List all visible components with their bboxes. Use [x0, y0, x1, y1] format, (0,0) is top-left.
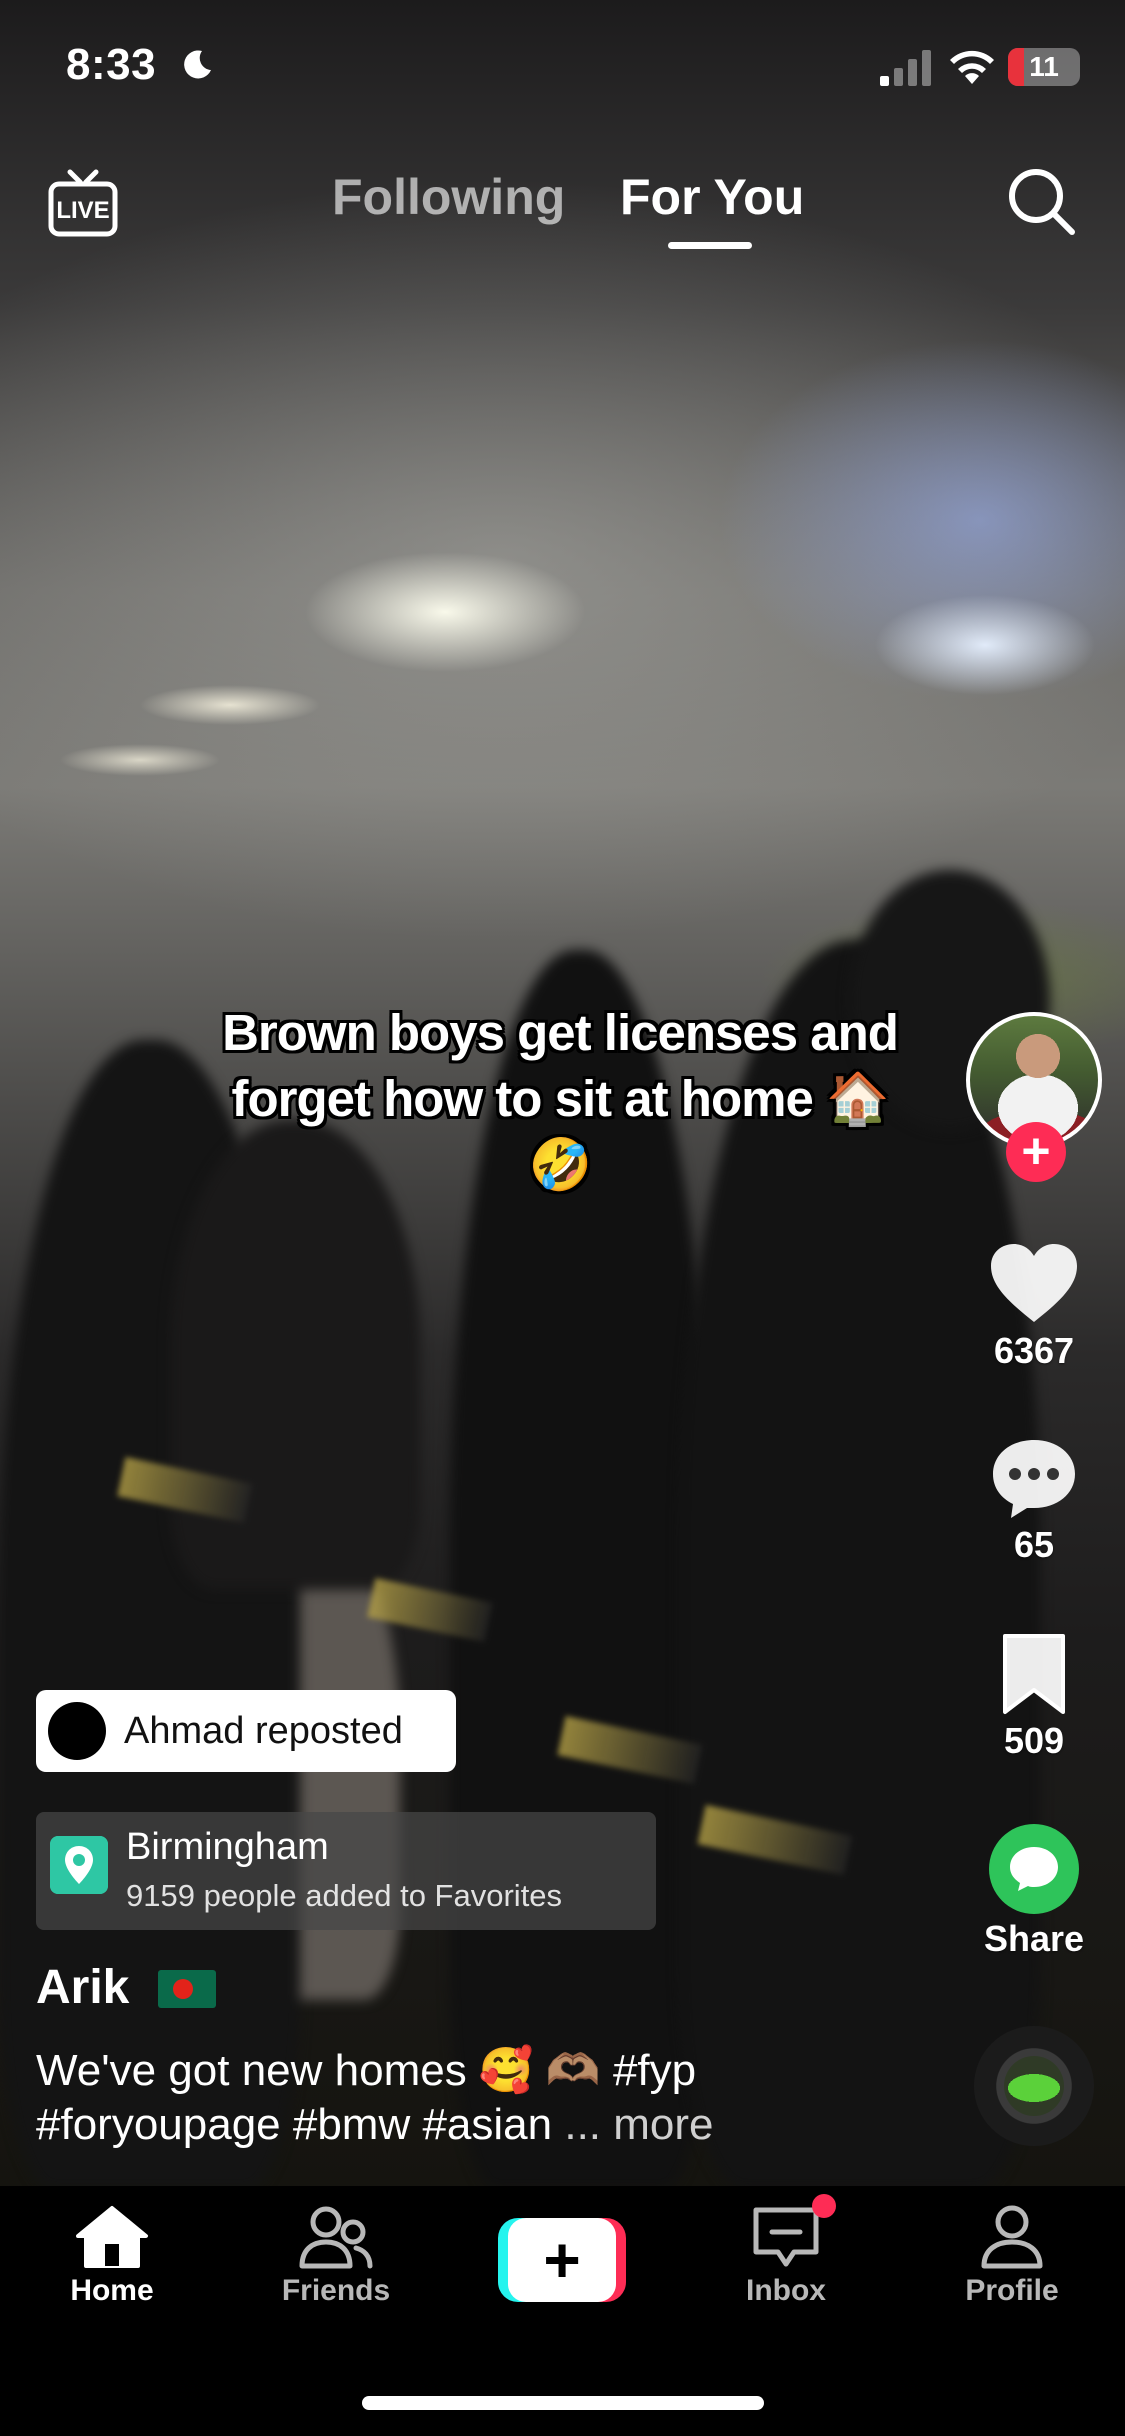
follow-button[interactable]: + — [1006, 1122, 1066, 1182]
video-caption: Brown boys get licenses and forget how t… — [222, 1004, 899, 1193]
creator-username[interactable]: Arik — [36, 1960, 129, 2015]
tab-inbox[interactable]: Inbox — [696, 2194, 876, 2308]
location-name: Birmingham — [126, 1826, 329, 1868]
tab-home-label: Home — [70, 2274, 154, 2307]
like-count: 6367 — [993, 1330, 1075, 1371]
battery-percent: 11 — [1029, 51, 1059, 82]
status-time: 8:33 — [66, 40, 157, 89]
post-description: We've got new homes 🥰 🫶🏽 #fyp #foryoupag… — [36, 2044, 936, 2152]
music-disc[interactable] — [974, 2026, 1094, 2146]
music-cover-art — [1004, 2056, 1064, 2116]
reposter-avatar — [48, 1702, 106, 1760]
tab-friends[interactable]: Friends — [246, 2204, 426, 2308]
repost-text: Ahmad reposted — [124, 1710, 403, 1752]
svg-text:LIVE: LIVE — [56, 197, 109, 224]
active-tab-indicator — [668, 242, 752, 249]
inbox-notification-dot — [812, 2194, 836, 2218]
live-icon[interactable]: LIVE — [46, 168, 120, 238]
tab-profile[interactable]: Profile — [922, 2204, 1102, 2308]
tab-for-you[interactable]: For You — [620, 168, 804, 226]
friends-icon[interactable] — [298, 2204, 374, 2270]
tab-friends-label: Friends — [281, 2274, 391, 2307]
profile-icon[interactable] — [974, 2204, 1050, 2270]
share-icon[interactable] — [989, 1824, 1079, 1914]
inbox-icon[interactable] — [748, 2204, 824, 2270]
more-link[interactable]: ... more — [564, 2100, 713, 2149]
wifi-icon — [950, 50, 994, 84]
tab-home[interactable]: Home — [22, 2204, 202, 2308]
bookmark-count: 509 — [1003, 1720, 1065, 1761]
tab-inbox-label: Inbox — [746, 2274, 826, 2307]
home-indicator[interactable] — [362, 2396, 764, 2410]
top-nav: LIVE Following For You — [0, 150, 1125, 260]
repost-badge[interactable]: Ahmad reposted — [36, 1690, 456, 1772]
tab-profile-label: Profile — [965, 2274, 1059, 2307]
signal-icon — [880, 50, 931, 86]
comment-button[interactable]: 65 — [970, 1436, 1098, 1566]
moon-icon — [184, 50, 211, 79]
plus-icon[interactable]: + — [508, 2218, 616, 2302]
share-button[interactable]: Share — [970, 1824, 1098, 1960]
battery-indicator: 11 — [1008, 48, 1080, 86]
share-label: Share — [983, 1918, 1085, 1959]
creator-avatar-button[interactable]: + — [966, 1012, 1102, 1182]
comment-count: 65 — [1013, 1524, 1055, 1565]
tab-following[interactable]: Following — [332, 168, 565, 226]
heart-icon[interactable] — [989, 1242, 1079, 1326]
bookmark-icon[interactable] — [999, 1632, 1069, 1716]
location-subtitle: 9159 people added to Favorites — [126, 1878, 563, 1913]
location-card[interactable]: Birmingham 9159 people added to Favorite… — [36, 1812, 656, 1930]
home-icon[interactable] — [74, 2204, 150, 2270]
location-pin-icon — [50, 1836, 108, 1894]
comment-icon[interactable] — [989, 1436, 1079, 1520]
flag-icon — [158, 1970, 216, 2008]
create-button[interactable]: + — [498, 2218, 626, 2302]
search-icon[interactable] — [1004, 164, 1078, 238]
status-bar: 8:33 11 — [0, 0, 1125, 130]
bookmark-button[interactable]: 509 — [970, 1632, 1098, 1762]
like-button[interactable]: 6367 — [970, 1242, 1098, 1372]
